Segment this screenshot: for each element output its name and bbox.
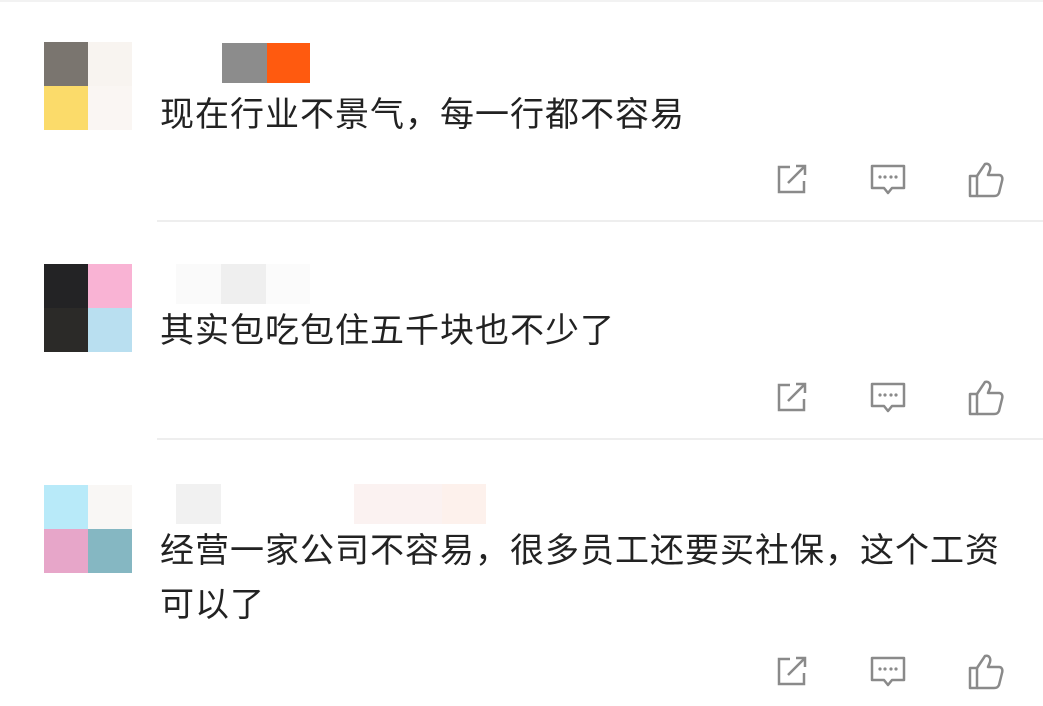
username-redacted[interactable] <box>176 264 310 304</box>
comment-actions <box>770 158 1010 202</box>
share-button[interactable] <box>770 376 814 420</box>
comment-actions <box>770 650 1010 694</box>
redaction-block <box>176 484 221 524</box>
redaction-block <box>44 529 88 573</box>
reply-button[interactable] <box>866 158 910 202</box>
thumbs-up-icon <box>968 162 1004 198</box>
divider <box>157 438 1043 440</box>
redaction-block <box>221 484 354 524</box>
comment-icon <box>870 164 906 195</box>
username-redacted[interactable] <box>222 43 310 83</box>
share-icon <box>777 656 807 686</box>
redaction-block <box>44 485 88 529</box>
share-button[interactable] <box>770 158 814 202</box>
share-icon <box>777 164 807 194</box>
thumbs-up-icon <box>968 380 1004 416</box>
comment-text: 现在行业不景气，每一行都不容易 <box>160 95 685 135</box>
comment-text: 其实包吃包住五千块也不少了 <box>160 311 615 351</box>
redaction-block <box>88 264 132 308</box>
redaction-block <box>88 308 132 352</box>
username-redacted[interactable] <box>176 484 486 524</box>
redaction-block <box>44 42 88 86</box>
redaction-block <box>222 43 267 83</box>
reply-button[interactable] <box>866 650 910 694</box>
avatar[interactable] <box>44 42 132 130</box>
comment-actions <box>770 376 1010 420</box>
redaction-block <box>44 308 88 352</box>
redaction-block <box>88 42 132 86</box>
avatar[interactable] <box>44 485 132 573</box>
reply-button[interactable] <box>866 376 910 420</box>
redaction-block <box>44 264 88 308</box>
like-button[interactable] <box>964 158 1008 202</box>
redaction-block <box>266 264 310 304</box>
redaction-block <box>88 485 132 529</box>
redaction-block <box>88 86 132 130</box>
comment-icon <box>870 656 906 687</box>
share-button[interactable] <box>770 650 814 694</box>
share-icon <box>777 382 807 412</box>
like-button[interactable] <box>964 376 1008 420</box>
redaction-block <box>44 86 88 130</box>
redaction-block <box>221 264 266 304</box>
comment-icon <box>870 382 906 413</box>
thumbs-up-icon <box>968 654 1004 690</box>
comment-text: 经营一家公司不容易，很多员工还要买社保，这个工资可以了 <box>160 531 1000 625</box>
like-button[interactable] <box>964 650 1008 694</box>
divider <box>157 220 1043 222</box>
redaction-block <box>442 484 486 524</box>
redaction-block <box>354 484 442 524</box>
redaction-block <box>267 43 310 83</box>
top-divider <box>0 0 1043 2</box>
redaction-block <box>176 264 221 304</box>
avatar[interactable] <box>44 264 132 352</box>
redaction-block <box>88 529 132 573</box>
